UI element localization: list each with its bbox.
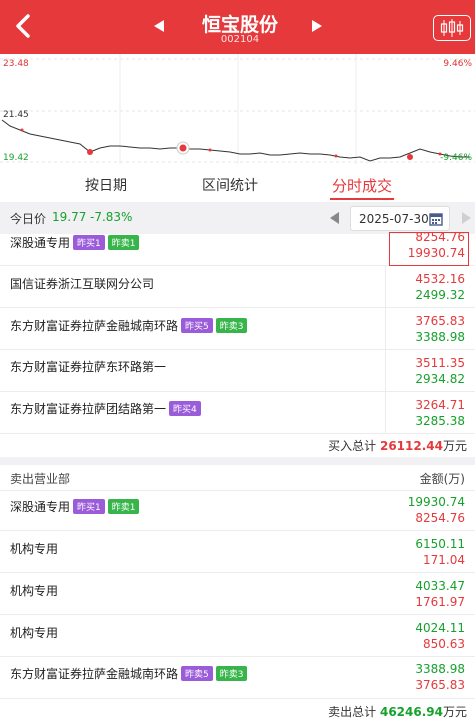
amount-unit-label: 金额(万) (419, 472, 465, 486)
stock-name: 恒宝股份 (201, 14, 278, 36)
badge-yesterday-buy: 昨买4 (169, 401, 201, 416)
tab-intraday-trades[interactable]: 分时成交 (332, 175, 392, 196)
amount-cell: 3388.98 3765.83 (385, 657, 465, 698)
buy-amount: 850.63 (423, 637, 465, 651)
broker-name: 机构专用 (10, 542, 59, 556)
next-stock-icon[interactable] (308, 17, 326, 35)
buy-amount: 8254.76 (415, 511, 465, 525)
buy-row[interactable]: 东方财富证券拉萨东环路第一 3511.35 2934.82 (0, 350, 475, 392)
broker-name: 机构专用 (10, 626, 59, 640)
buy-row[interactable]: 东方财富证券拉萨金融城南环路 昨买5 昨卖3 3765.83 3388.98 (0, 308, 475, 350)
sell-total: 卖出总计 46246.94万元 (328, 705, 467, 719)
broker-name: 国信证券浙江互联网分公司 (10, 277, 155, 291)
badge-yesterday-sell: 昨卖5 (181, 666, 213, 681)
price-bar: 今日价 19.77 -7.83% 2025-07-30 (0, 202, 475, 234)
badge-yesterday-sell: 昨卖1 (107, 235, 140, 250)
buy-total-value: 26112.44 (379, 439, 443, 453)
sell-row[interactable]: 东方财富证券拉萨金融城南环路 昨卖5 昨卖3 3388.98 3765.83 (0, 657, 475, 699)
sell-row[interactable]: 机构专用 4033.47 1761.97 (0, 573, 475, 615)
badge-yesterday-sell: 昨卖3 (215, 318, 248, 333)
broker-name: 东方财富证券拉萨金融城南环路 昨买5 昨卖3 (10, 317, 248, 334)
sell-amount: 6150.11 (415, 537, 465, 551)
broker-name: 东方财富证券拉萨团结路第一 昨买4 (10, 400, 201, 417)
amount-cell: 4532.16 2499.32 (385, 266, 465, 307)
amount-cell: 3511.35 2934.82 (385, 350, 465, 391)
broker-name: 东方财富证券拉萨东环路第一 (10, 360, 167, 374)
amount-cell: 4033.47 1761.97 (385, 573, 465, 614)
active-tab-indicator (330, 198, 394, 200)
tab-by-date[interactable]: 按日期 (85, 175, 127, 195)
badge-yesterday-sell: 昨卖1 (107, 499, 140, 514)
candlestick-icon (440, 19, 464, 37)
sell-total-value: 46246.94 (379, 705, 443, 719)
pct-bottom-label: -9.46% (440, 153, 472, 163)
previous-stock-icon[interactable] (150, 17, 168, 35)
intraday-chart: 23.48 21.45 19.42 9.46% -9.46% (0, 54, 475, 168)
amount-cell: 6150.11 171.04 (385, 531, 465, 572)
buy-row[interactable]: 国信证券浙江互联网分公司 4532.16 2499.32 (0, 266, 475, 308)
next-date-icon[interactable] (459, 211, 473, 225)
sell-amount: 2934.82 (415, 372, 465, 386)
date-picker[interactable]: 2025-07-30 (350, 206, 450, 231)
today-price-value: 19.77 (52, 210, 87, 224)
pct-top-label: 9.46% (443, 59, 472, 69)
sell-amount: 19930.74 (407, 246, 465, 260)
sell-amount: 3285.38 (415, 414, 465, 428)
y-axis-mid-label: 21.45 (3, 110, 29, 120)
tab-range-stats[interactable]: 区间统计 (202, 175, 258, 195)
sell-amount: 4033.47 (415, 579, 465, 593)
sell-amount: 3388.98 (415, 330, 465, 344)
sell-row[interactable]: 机构专用 6150.11 171.04 (0, 531, 475, 573)
buy-row[interactable]: 深股通专用 昨买1 昨卖1 8254.76 19930.74 (0, 230, 475, 266)
buy-row[interactable]: 东方财富证券拉萨团结路第一 昨买4 3264.71 3285.38 (0, 392, 475, 434)
sell-amount: 4024.11 (415, 621, 465, 635)
section-separator (0, 457, 475, 465)
amount-cell: 8254.76 19930.74 (385, 230, 465, 265)
price-line-chart (0, 54, 475, 164)
buy-amount: 3511.35 (415, 356, 465, 370)
selected-date: 2025-07-30 (359, 212, 429, 226)
buy-amount: 3765.83 (415, 314, 465, 328)
sell-amount: 2499.32 (415, 288, 465, 302)
previous-date-icon[interactable] (328, 211, 342, 225)
broker-name: 深股通专用 昨买1 昨卖1 (10, 498, 140, 515)
amount-cell: 3765.83 3388.98 (385, 308, 465, 349)
sell-row[interactable]: 深股通专用 昨买1 昨卖1 19930.74 8254.76 (0, 491, 475, 531)
buy-amount: 4532.16 (415, 272, 465, 286)
back-arrow-icon[interactable] (8, 10, 40, 42)
buy-amount: 3264.71 (415, 398, 465, 412)
buy-amount: 8254.76 (415, 230, 465, 244)
sell-branch-label: 卖出营业部 (10, 472, 71, 486)
amount-cell: 4024.11 850.63 (385, 615, 465, 656)
price-change-value: -7.83% (90, 210, 133, 224)
badge-yesterday-sell: 昨卖3 (215, 666, 248, 681)
sell-amount: 3388.98 (415, 662, 465, 676)
broker-name: 东方财富证券拉萨金融城南环路 昨卖5 昨卖3 (10, 665, 248, 682)
badge-yesterday-buy: 昨买1 (73, 235, 105, 250)
sell-row[interactable]: 机构专用 4024.11 850.63 (0, 615, 475, 657)
y-axis-bottom-label: 19.42 (3, 153, 29, 163)
y-axis-top-label: 23.48 (3, 59, 29, 69)
calendar-icon (429, 213, 443, 226)
buy-total: 买入总计 26112.44万元 (328, 439, 467, 453)
sell-amount: 19930.74 (407, 495, 465, 509)
stock-code: 002104 (220, 34, 260, 45)
broker-name: 机构专用 (10, 584, 59, 598)
sell-section-header: 卖出营业部 金额(万) (0, 465, 475, 491)
buy-amount: 3765.83 (415, 678, 465, 692)
amount-cell: 3264.71 3285.38 (385, 392, 465, 433)
candlestick-toggle-button[interactable] (433, 15, 471, 41)
app-header: 恒宝股份 002104 (0, 0, 475, 54)
amount-cell: 19930.74 8254.76 (385, 491, 465, 530)
today-price-label: 今日价 (10, 212, 47, 226)
badge-yesterday-buy: 昨买1 (73, 499, 105, 514)
buy-amount: 1761.97 (415, 595, 465, 609)
badge-yesterday-buy: 昨买5 (181, 318, 213, 333)
tab-bar: 按日期 区间统计 分时成交 (0, 168, 475, 202)
buy-amount: 171.04 (423, 553, 465, 567)
broker-name: 深股通专用 昨买1 昨卖1 (10, 234, 140, 251)
